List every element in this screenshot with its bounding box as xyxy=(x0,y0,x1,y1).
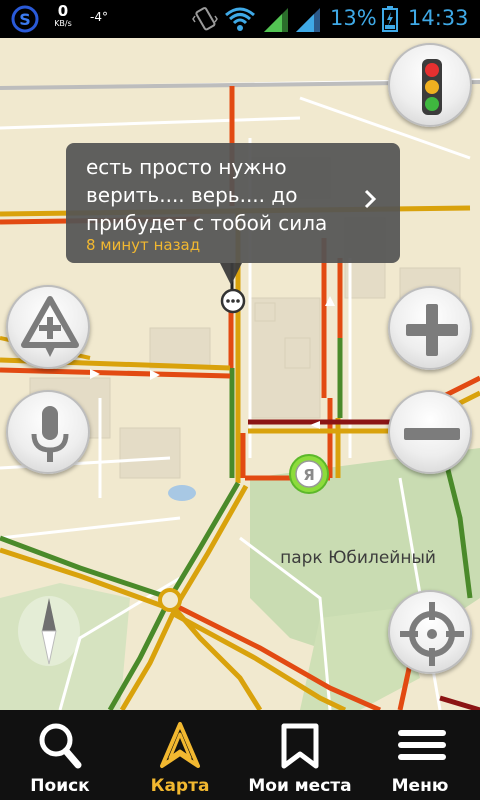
bottom-nav: Поиск Карта Мои места Меню xyxy=(0,710,480,800)
status-bar: S 0 KB/s -4° 13% 14:33 xyxy=(0,0,480,38)
tab-map-label: Карта xyxy=(150,776,210,796)
plus-icon xyxy=(406,304,458,356)
locate-button[interactable] xyxy=(388,590,472,674)
zoom-in-button[interactable] xyxy=(388,286,472,370)
comment-bubble[interactable]: есть просто нужно верить.... верь.... до… xyxy=(66,143,400,263)
tab-my-places-label: Мои места xyxy=(248,776,352,796)
bookmark-icon xyxy=(281,723,319,769)
svg-text:S: S xyxy=(19,10,31,29)
battery-icon xyxy=(382,6,398,32)
crosshair-icon xyxy=(400,602,464,666)
user-location-marker[interactable]: Я xyxy=(287,452,331,496)
tab-search[interactable]: Поиск xyxy=(0,710,120,800)
menu-icon xyxy=(398,730,446,760)
microphone-icon xyxy=(31,406,69,462)
comment-time: 8 минут назад xyxy=(86,236,201,254)
comment-pin-icon[interactable] xyxy=(220,288,246,314)
wifi-icon xyxy=(225,7,255,31)
user-marker-letter: Я xyxy=(303,466,315,484)
tab-my-places[interactable]: Мои места xyxy=(240,710,360,800)
park-label: парк Юбилейный xyxy=(280,548,436,568)
temperature: -4° xyxy=(90,10,108,24)
net-speed-value: 0 xyxy=(57,2,69,20)
tab-menu[interactable]: Меню xyxy=(360,710,480,800)
signal-icon-2 xyxy=(296,8,320,32)
signal-icon xyxy=(264,8,288,32)
pond xyxy=(168,485,196,501)
vibrate-icon xyxy=(192,7,218,31)
chevron-right-icon[interactable] xyxy=(360,187,380,211)
tab-menu-label: Меню xyxy=(391,776,449,796)
bubble-tail xyxy=(220,263,242,285)
traffic-light-icon xyxy=(422,59,442,115)
traffic-lights-button[interactable] xyxy=(388,43,472,127)
voice-button[interactable] xyxy=(6,390,90,474)
add-road-event-icon xyxy=(21,296,79,357)
search-icon xyxy=(39,723,82,769)
clock: 14:33 xyxy=(408,6,469,30)
net-speed-unit: KB/s xyxy=(54,19,72,28)
s-app-icon: S xyxy=(11,5,39,33)
map-arrow-icon xyxy=(160,722,200,768)
tab-map[interactable]: Карта xyxy=(120,710,240,800)
add-point-button[interactable] xyxy=(6,285,90,369)
tab-search-label: Поиск xyxy=(30,776,90,796)
comment-text: есть просто нужно верить.... верь.... до… xyxy=(86,155,328,235)
compass-icon xyxy=(41,598,57,665)
battery-percent: 13% xyxy=(330,6,377,30)
compass-button[interactable] xyxy=(18,596,80,666)
minus-icon xyxy=(404,428,460,440)
zoom-out-button[interactable] xyxy=(388,390,472,474)
map-view[interactable]: Я парк Юбилейный есть просто нужно верит… xyxy=(0,38,480,710)
roundabout xyxy=(158,588,182,612)
